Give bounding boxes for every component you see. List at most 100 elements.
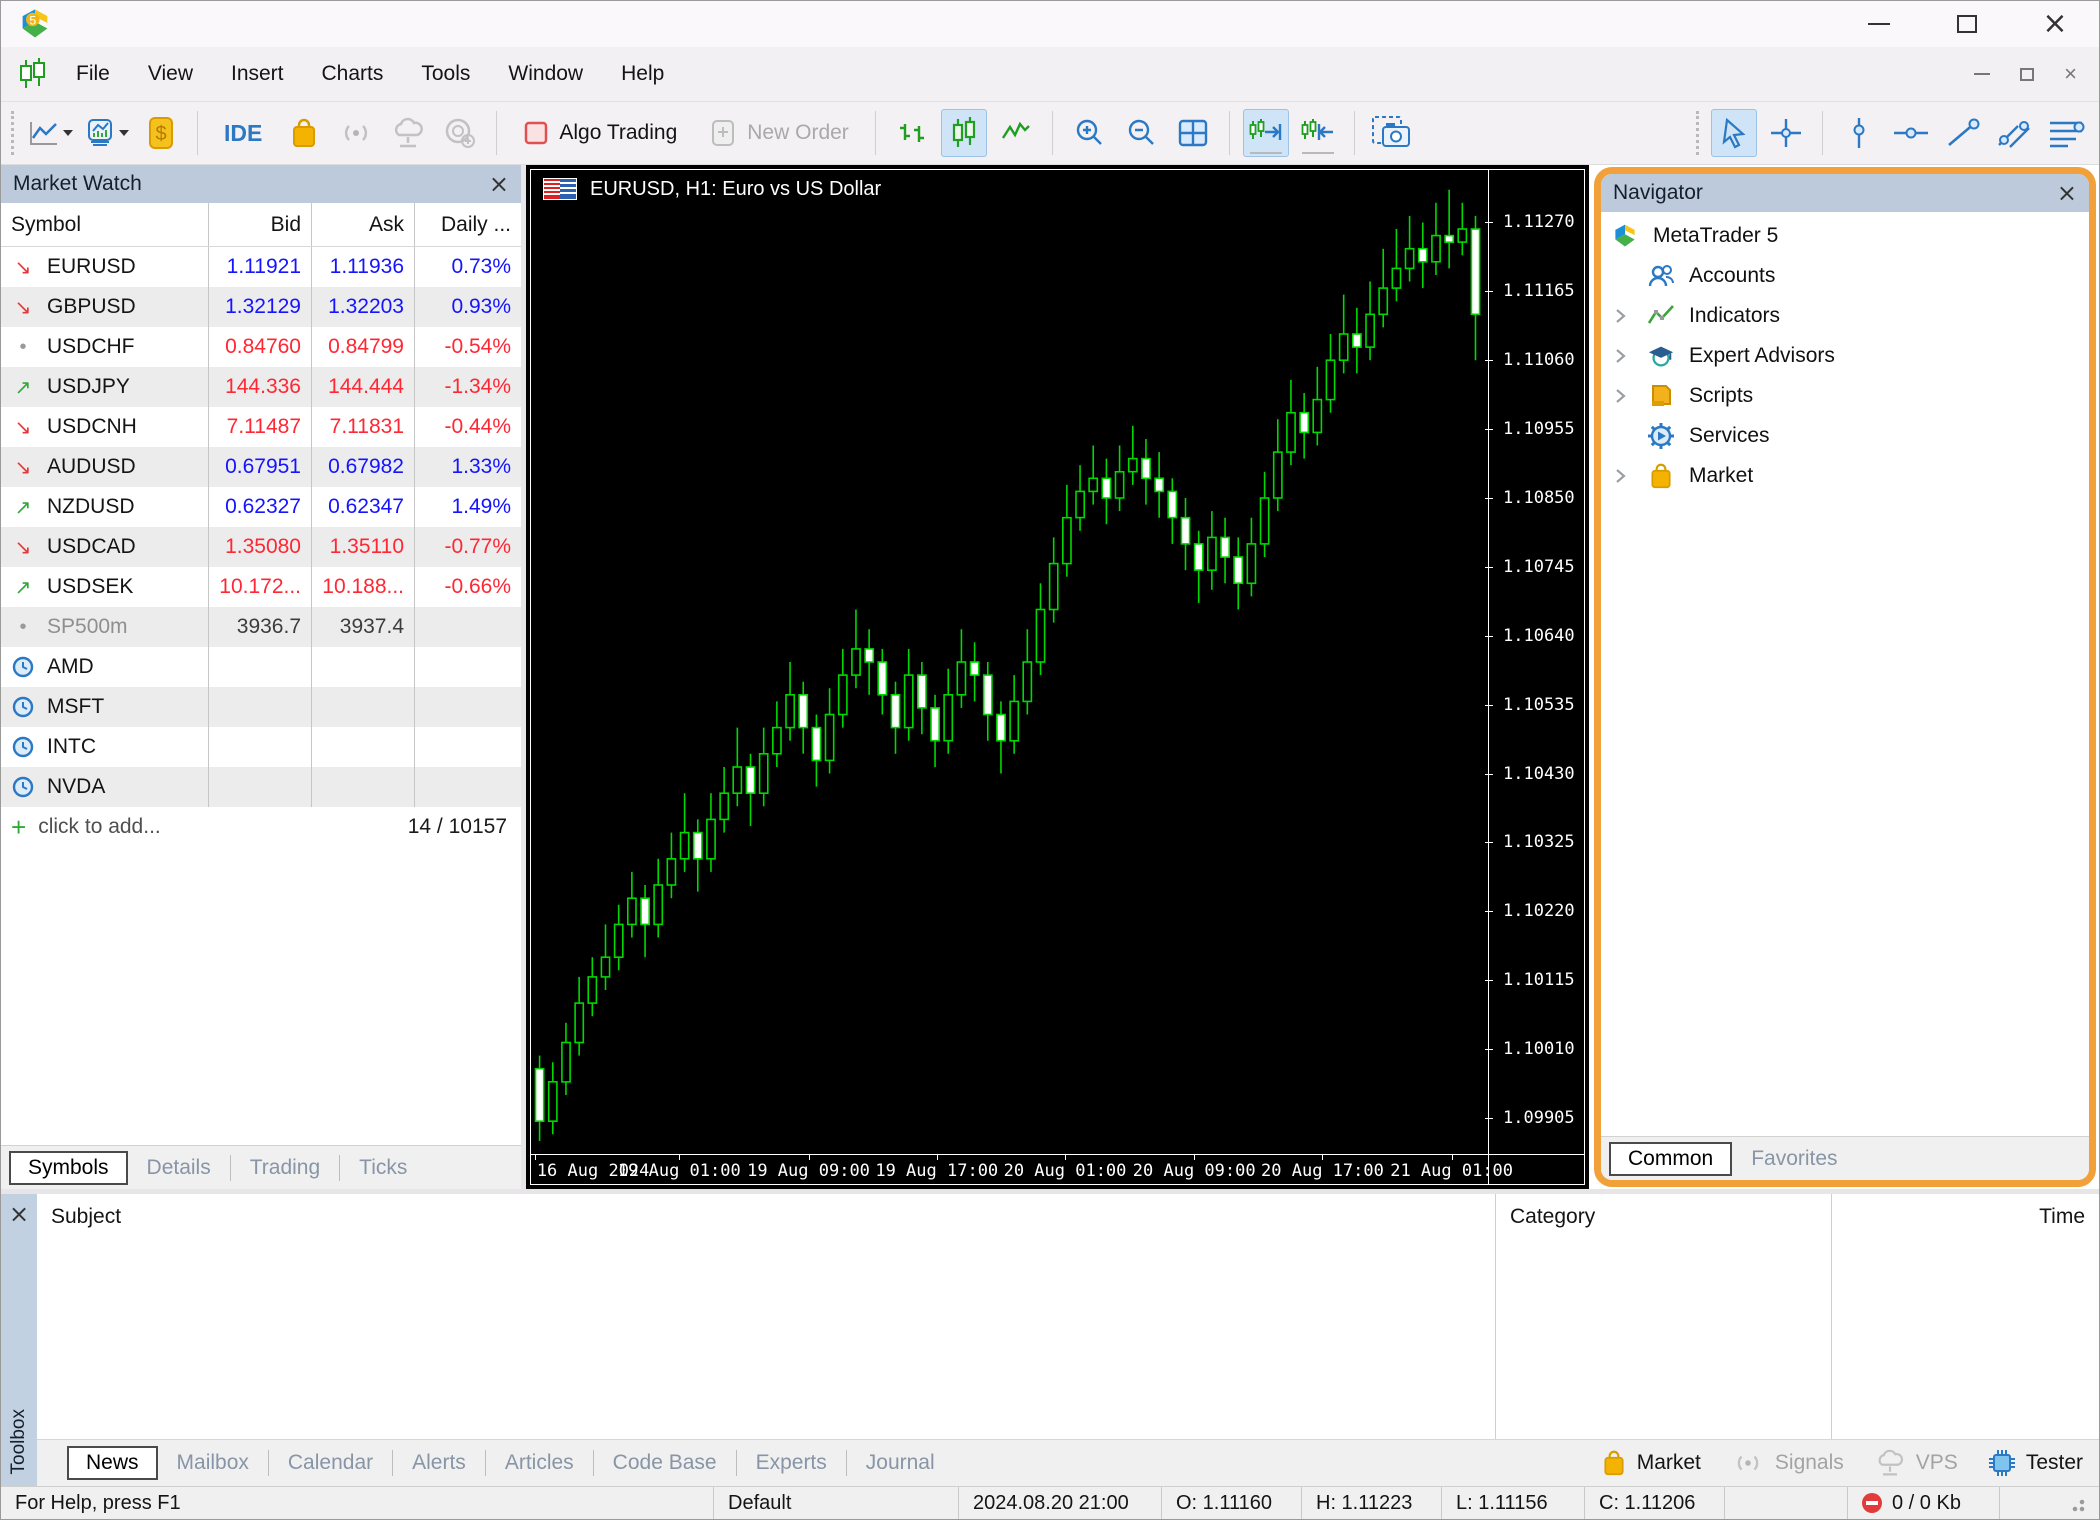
cloud-button[interactable] (385, 109, 431, 157)
market-watch-tab-symbols[interactable]: Symbols (9, 1151, 128, 1185)
expand-chevron-icon[interactable] (1611, 387, 1647, 405)
tile-windows-button[interactable] (1170, 109, 1216, 157)
expand-chevron-icon[interactable] (1611, 307, 1647, 325)
candlestick-plot[interactable] (531, 170, 1488, 1154)
market-watch-row-usdchf[interactable]: •USDCHF0.847600.84799-0.54% (1, 327, 521, 367)
market-watch-row-usdcnh[interactable]: ↘USDCNH7.114877.11831-0.44% (1, 407, 521, 447)
profiles-button[interactable] (82, 109, 132, 157)
market-watch-column-bid[interactable]: Bid (209, 203, 312, 246)
market-watch-row-amd[interactable]: AMD (1, 647, 521, 687)
navigator-tab-common[interactable]: Common (1609, 1142, 1732, 1176)
signals-button[interactable] (333, 109, 379, 157)
navigator-tab-favorites[interactable]: Favorites (1734, 1142, 1854, 1176)
market-watch-column-ask[interactable]: Ask (312, 203, 415, 246)
navigator-close-icon[interactable]: × (2057, 181, 2077, 205)
menu-item-view[interactable]: View (129, 62, 212, 86)
navigator-item-metatrader-5[interactable]: MetaTrader 5 (1601, 216, 2089, 256)
menu-item-charts[interactable]: Charts (303, 62, 403, 86)
toolbox-tab-news[interactable]: News (67, 1446, 158, 1480)
market-watch-tab-trading[interactable]: Trading (233, 1151, 337, 1185)
market-watch-tab-ticks[interactable]: Ticks (342, 1151, 424, 1185)
market-watch-row-gbpusd[interactable]: ↘GBPUSD1.321291.322030.93% (1, 287, 521, 327)
toolbar-grip[interactable] (1696, 111, 1700, 155)
close-button[interactable]: × (2011, 1, 2099, 47)
market-watch-row-audusd[interactable]: ↘AUDUSD0.679510.679821.33% (1, 447, 521, 487)
toolbox-tab-alerts[interactable]: Alerts (395, 1446, 483, 1480)
toolbox-tab-mailbox[interactable]: Mailbox (160, 1446, 266, 1480)
expand-chevron-icon[interactable] (1611, 347, 1647, 365)
market-watch-tab-details[interactable]: Details (130, 1151, 228, 1185)
market-watch-row-nvda[interactable]: NVDA (1, 767, 521, 807)
screenshot-button[interactable] (1368, 109, 1414, 157)
child-minimize-icon[interactable] (1974, 73, 1990, 75)
vertical-line-button[interactable] (1836, 109, 1882, 157)
toolbox-column-header-category[interactable]: Category (1496, 1194, 1831, 1240)
expand-chevron-icon[interactable] (1611, 467, 1647, 485)
market-watch-row-msft[interactable]: MSFT (1, 687, 521, 727)
candlestick-mode-button[interactable] (941, 109, 987, 157)
market-watch-column-symbol[interactable]: Symbol (1, 203, 209, 246)
toolbar-grip[interactable] (11, 111, 15, 155)
toolbox-column-header-time[interactable]: Time (1832, 1194, 2099, 1240)
auto-scroll-button[interactable] (1243, 109, 1289, 157)
market-watch-close-icon[interactable]: × (489, 172, 509, 196)
chart-shift-button[interactable] (1295, 109, 1341, 157)
channel-button[interactable] (1992, 109, 2038, 157)
toolbox-tab-articles[interactable]: Articles (488, 1446, 591, 1480)
chart-panel[interactable]: EURUSD, H1: Euro vs US Dollar 1.112701.1… (526, 165, 1589, 1189)
navigator-item-accounts[interactable]: Accounts (1601, 256, 2089, 296)
toolbox-tab-experts[interactable]: Experts (739, 1446, 844, 1480)
maximize-button[interactable] (1923, 1, 2011, 47)
zoom-in-button[interactable] (1066, 109, 1112, 157)
symbol-cell: ↘USDCNH (1, 407, 209, 447)
new-order-button[interactable]: New Order (696, 109, 862, 157)
toolbox-tab-journal[interactable]: Journal (849, 1446, 952, 1480)
dock-button-vps[interactable]: VPS (1874, 1449, 1958, 1477)
market-watch-row-nzdusd[interactable]: ↗NZDUSD0.623270.623471.49% (1, 487, 521, 527)
chart-type-button[interactable] (26, 109, 76, 157)
navigator-item-scripts[interactable]: Scripts (1601, 376, 2089, 416)
market-watch-row-usdjpy[interactable]: ↗USDJPY144.336144.444-1.34% (1, 367, 521, 407)
market-watch-row-intc[interactable]: INTC (1, 727, 521, 767)
market-watch-row-eurusd[interactable]: ↘EURUSD1.119211.119360.73% (1, 247, 521, 287)
child-restore-icon[interactable] (2020, 68, 2034, 81)
cursor-button[interactable] (1711, 109, 1757, 157)
ide-button[interactable]: IDE (211, 109, 275, 157)
menu-item-window[interactable]: Window (489, 62, 602, 86)
status-profile[interactable]: Default (713, 1487, 958, 1519)
toolbox-column-header-subject[interactable]: Subject (37, 1194, 1495, 1240)
toolbox-tab-calendar[interactable]: Calendar (271, 1446, 390, 1480)
minimize-button[interactable] (1835, 1, 1923, 47)
navigator-item-indicators[interactable]: Indicators (1601, 296, 2089, 336)
market-watch-row-usdcad[interactable]: ↘USDCAD1.350801.35110-0.77% (1, 527, 521, 567)
market-store-button[interactable] (281, 109, 327, 157)
dock-button-market[interactable]: Market (1601, 1449, 1701, 1477)
crosshair-button[interactable] (1763, 109, 1809, 157)
market-watch-row-sp500m[interactable]: •SP500m3936.73937.4 (1, 607, 521, 647)
dock-button-signals[interactable]: Signals (1731, 1450, 1844, 1476)
line-chart-mode-button[interactable] (993, 109, 1039, 157)
market-watch-row-usdsek[interactable]: ↗USDSEK10.172...10.188...-0.66% (1, 567, 521, 607)
child-close-icon[interactable]: × (2064, 63, 2077, 85)
navigator-item-services[interactable]: Services (1601, 416, 2089, 456)
menu-item-help[interactable]: Help (602, 62, 683, 86)
toolbox-tab-code-base[interactable]: Code Base (596, 1446, 734, 1480)
navigator-item-expert-advisors[interactable]: Expert Advisors (1601, 336, 2089, 376)
click-to-add-row[interactable]: + click to add... 14 / 10157 (1, 807, 521, 847)
horizontal-line-button[interactable] (1888, 109, 1934, 157)
navigator-item-market[interactable]: Market (1601, 456, 2089, 496)
community-button[interactable] (437, 109, 483, 157)
dock-button-tester[interactable]: Tester (1988, 1449, 2083, 1477)
bar-chart-mode-button[interactable] (889, 109, 935, 157)
zoom-out-button[interactable] (1118, 109, 1164, 157)
fibonacci-button[interactable] (2044, 109, 2090, 157)
menu-item-insert[interactable]: Insert (212, 62, 303, 86)
algo-trading-button[interactable]: Algo Trading (510, 109, 690, 157)
toolbox-close-icon[interactable]: × (9, 1202, 29, 1226)
market-watch-column-daily[interactable]: Daily ... (415, 203, 521, 246)
menu-item-file[interactable]: File (57, 62, 129, 86)
resize-grip[interactable] (2067, 1494, 2085, 1512)
menu-item-tools[interactable]: Tools (402, 62, 489, 86)
dollar-button[interactable]: $ (138, 109, 184, 157)
trendline-button[interactable] (1940, 109, 1986, 157)
